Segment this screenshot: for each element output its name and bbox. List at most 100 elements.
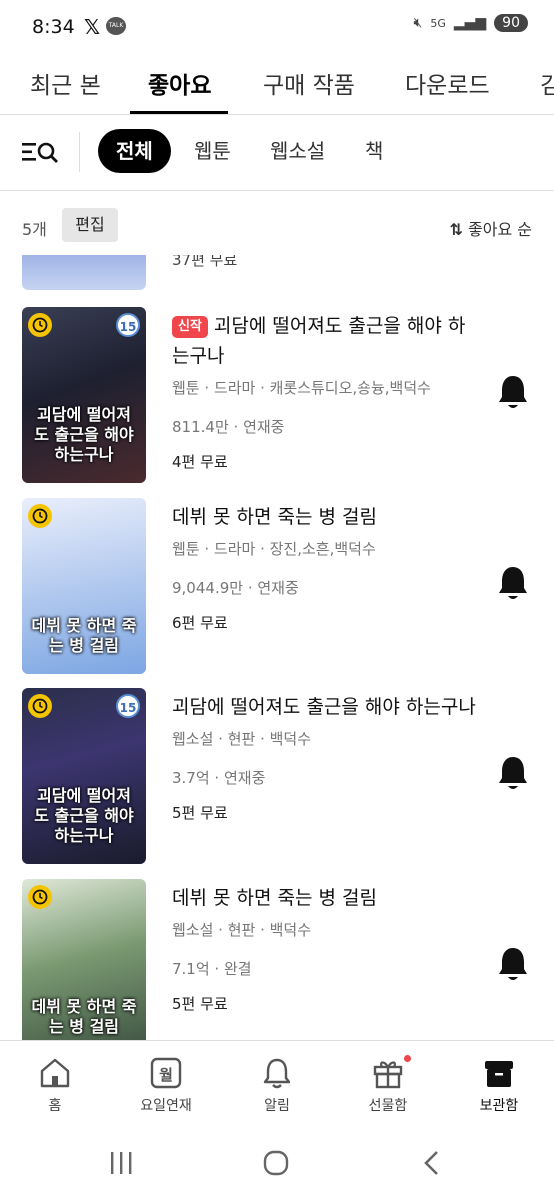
list-item[interactable]: 데뷔 못 하면 죽는 병 걸림 데뷔 못 하면 죽는 병 걸림 웹소설 · 현판… xyxy=(0,879,554,1040)
x-app-icon: 𝕏 xyxy=(84,15,101,39)
bell-icon[interactable] xyxy=(496,754,530,794)
nav-gift-label: 선물함 xyxy=(368,1098,408,1114)
wait-free-clock-icon xyxy=(28,504,52,528)
item-views: 3.7억 xyxy=(172,769,210,787)
bell-icon[interactable] xyxy=(496,564,530,604)
partial-cover[interactable] xyxy=(22,255,146,290)
item-free: 4편 무료 xyxy=(172,453,228,471)
new-badge: 신작 xyxy=(172,316,208,338)
chip-all[interactable]: 전체 xyxy=(98,129,171,173)
item-status: 연재중 xyxy=(223,769,266,787)
item-stats: 3.7억 · 연재중 xyxy=(172,769,266,787)
gift-icon xyxy=(373,1061,403,1089)
edit-button[interactable]: 편집 xyxy=(62,208,118,242)
item-info: 데뷔 못 하면 죽는 병 걸림 웹툰 · 드라마 · 장진,소흔,백덕수 9,0… xyxy=(172,502,482,633)
list-item[interactable]: 15 괴담에 떨어져도 출근을 해야 하는구나 신작 괴담에 떨어져도 출근을 해… xyxy=(0,307,554,487)
weekday-icon: 월 xyxy=(150,1057,182,1089)
item-title: 데뷔 못 하면 죽는 병 걸림 xyxy=(172,506,377,528)
nav-storage-label: 보관함 xyxy=(479,1098,519,1114)
wait-free-clock-icon xyxy=(28,694,52,718)
item-title-row: 신작 괴담에 떨어져도 출근을 해야 하는구나 xyxy=(172,311,482,371)
list-item[interactable]: 15 괴담에 떨어져도 출근을 해야 하는구나 괴담에 떨어져도 출근을 해야 … xyxy=(0,688,554,868)
age-rating-badge: 15 xyxy=(116,313,140,337)
home-icon xyxy=(40,1058,70,1088)
item-info: 신작 괴담에 떨어져도 출근을 해야 하는구나 웹툰 · 드라마 · 캐롯스튜디오… xyxy=(172,311,482,472)
item-free: 5편 무료 xyxy=(172,804,228,822)
bottom-nav: 홈 월 요일연재 알림 선물함 보관함 xyxy=(0,1040,554,1127)
partial-free-label: 37편 무료 xyxy=(172,255,238,269)
mute-icon: 🔇︎ xyxy=(413,15,423,31)
back-icon[interactable] xyxy=(420,1149,444,1177)
status-bar: 8:34 𝕏 TALK 🔇︎ 5G ▂▄▆ 90 xyxy=(0,0,554,56)
item-meta: 웹소설 · 현판 · 백덕수 xyxy=(172,730,312,748)
item-title: 괴담에 떨어져도 출근을 해야 하는구나 xyxy=(172,315,466,367)
item-free: 6편 무료 xyxy=(172,614,228,632)
signal-icon: ▂▄▆ xyxy=(453,15,487,31)
cover-image: 데뷔 못 하면 죽는 병 걸림 xyxy=(22,498,146,674)
bell-icon[interactable] xyxy=(496,945,530,985)
item-stats: 811.4만 · 연재중 xyxy=(172,418,285,436)
tab-downloads[interactable]: 다운로드 xyxy=(405,66,490,100)
item-count: 5개 xyxy=(22,220,47,239)
nav-notifications-label: 알림 xyxy=(264,1098,290,1114)
list-toolbar: 5개 편집 ⇅ 좋아요 순 xyxy=(0,200,554,250)
nav-gift[interactable]: 선물함 xyxy=(333,1055,443,1115)
nav-weekday-label: 요일연재 xyxy=(140,1098,192,1114)
item-title: 괴담에 떨어져도 출근을 해야 하는구나 xyxy=(172,696,476,718)
cover-title: 데뷔 못 하면 죽는 병 걸림 xyxy=(31,997,137,1036)
chip-webtoon[interactable]: 웹툰 xyxy=(194,129,231,173)
filter-search-icon[interactable] xyxy=(22,141,60,163)
nav-home-label: 홈 xyxy=(48,1098,62,1114)
item-info: 괴담에 떨어져도 출근을 해야 하는구나 웹소설 · 현판 · 백덕수 3.7억… xyxy=(172,692,482,823)
sort-label: 좋아요 순 xyxy=(468,220,532,239)
item-info: 데뷔 못 하면 죽는 병 걸림 웹소설 · 현판 · 백덕수 7.1억 · 완결… xyxy=(172,883,482,1014)
chip-book[interactable]: 책 xyxy=(365,129,383,173)
tab-likes[interactable]: 좋아요 xyxy=(148,66,211,100)
nav-home[interactable]: 홈 xyxy=(0,1057,110,1115)
filter-divider xyxy=(79,132,80,172)
item-views: 7.1억 xyxy=(172,960,210,978)
recent-apps-icon[interactable] xyxy=(108,1150,134,1176)
item-status: 연재중 xyxy=(257,579,299,597)
item-free: 5편 무료 xyxy=(172,995,228,1013)
filter-bar: 전체 웹툰 웹소설 책 xyxy=(0,114,554,191)
cover-title: 괴담에 떨어져도 출근을 해야 하는구나 xyxy=(34,786,134,845)
item-title: 데뷔 못 하면 죽는 병 걸림 xyxy=(172,887,377,909)
sort-icon: ⇅ xyxy=(449,220,463,239)
battery-indicator: 90 xyxy=(494,14,528,32)
age-rating-badge: 15 xyxy=(116,694,140,718)
cover-image: 15 괴담에 떨어져도 출근을 해야 하는구나 xyxy=(22,307,146,483)
list-item[interactable]: 데뷔 못 하면 죽는 병 걸림 데뷔 못 하면 죽는 병 걸림 웹툰 · 드라마… xyxy=(0,498,554,678)
nav-weekday[interactable]: 월 요일연재 xyxy=(111,1057,221,1115)
cover-image: 15 괴담에 떨어져도 출근을 해야 하는구나 xyxy=(22,688,146,864)
tab-recent[interactable]: 최근 본 xyxy=(30,66,101,100)
cover-title: 데뷔 못 하면 죽는 병 걸림 xyxy=(31,616,137,655)
cover-image: 데뷔 못 하면 죽는 병 걸림 xyxy=(22,879,146,1040)
bell-icon[interactable] xyxy=(496,373,530,413)
item-status: 연재중 xyxy=(243,418,285,436)
item-views: 9,044.9만 xyxy=(172,579,244,597)
item-status: 완결 xyxy=(223,960,252,978)
notification-dot xyxy=(404,1055,411,1062)
cover-title: 괴담에 떨어져도 출근을 해야 하는구나 xyxy=(34,405,134,464)
storage-icon xyxy=(485,1061,513,1087)
nav-notifications[interactable]: 알림 xyxy=(222,1057,332,1115)
system-navigation xyxy=(0,1126,554,1200)
status-time: 8:34 xyxy=(32,16,75,38)
item-stats: 9,044.9만 · 연재중 xyxy=(172,579,299,597)
chip-webnovel[interactable]: 웹소설 xyxy=(270,129,325,173)
liked-list: 37편 무료 15 괴담에 떨어져도 출근을 해야 하는구나 신작 괴담에 떨어져… xyxy=(0,255,554,1040)
bell-outline-icon xyxy=(263,1058,291,1089)
wait-free-clock-icon xyxy=(28,885,52,909)
tab-more[interactable]: 김 xyxy=(540,66,554,100)
library-tabs: 최근 본 좋아요 구매 작품 다운로드 김 xyxy=(0,56,554,115)
wait-free-clock-icon xyxy=(28,313,52,337)
item-views: 811.4만 xyxy=(172,418,229,436)
item-meta: 웹툰 · 드라마 · 캐롯스튜디오,숑늉,백덕수 xyxy=(172,379,431,397)
weekday-glyph: 월 xyxy=(159,1066,173,1084)
home-button-icon[interactable] xyxy=(262,1149,290,1177)
nav-storage[interactable]: 보관함 xyxy=(444,1057,554,1115)
item-meta: 웹툰 · 드라마 · 장진,소흔,백덕수 xyxy=(172,540,376,558)
sort-button[interactable]: ⇅ 좋아요 순 xyxy=(450,216,532,240)
tab-purchased[interactable]: 구매 작품 xyxy=(263,66,355,100)
